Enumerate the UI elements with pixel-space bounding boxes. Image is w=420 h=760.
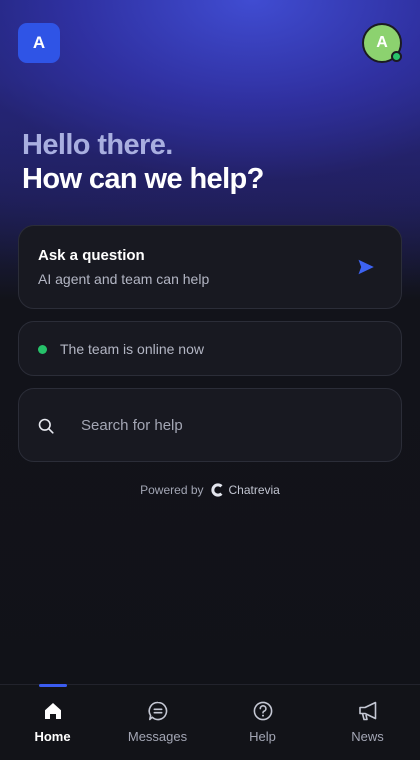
greeting-heading: Hello there. How can we help? — [22, 128, 264, 196]
workspace-logo: A — [18, 23, 60, 63]
nav-messages-label: Messages — [127, 729, 188, 744]
send-icon — [358, 259, 374, 275]
avatar-initial: A — [376, 34, 388, 51]
search-input[interactable] — [79, 409, 379, 441]
help-icon — [253, 701, 272, 721]
search-icon — [38, 418, 54, 434]
greeting-line-1: Hello there. — [22, 129, 173, 161]
powered-by-label: Powered by — [140, 483, 204, 497]
team-status-card: The team is online now — [18, 321, 402, 376]
greeting-line-2: How can we help? — [22, 163, 264, 195]
active-tab-indicator — [38, 684, 67, 687]
megaphone-icon — [358, 701, 376, 721]
bottom-navigation: Home Messages Help News — [0, 684, 420, 760]
nav-help-label: Help — [249, 729, 276, 744]
nav-messages[interactable]: Messages — [105, 685, 210, 760]
workspace-logo-letter: A — [32, 33, 46, 52]
user-avatar[interactable]: A — [362, 23, 402, 63]
nav-news-label: News — [351, 729, 384, 744]
online-indicator-dot — [38, 345, 47, 354]
search-help-card[interactable] — [18, 388, 402, 462]
ask-question-card[interactable]: Ask a question AI agent and team can hel… — [18, 225, 402, 309]
ask-question-title: Ask a question — [38, 247, 145, 264]
nav-home[interactable]: Home — [0, 684, 105, 760]
nav-home-label: Home — [34, 729, 71, 744]
nav-news[interactable]: News — [315, 685, 420, 760]
ask-question-subtitle: AI agent and team can help — [38, 271, 210, 287]
powered-by-footer: Powered by Chatrevia — [0, 482, 420, 498]
home-icon — [44, 703, 61, 719]
messenger-home-screen: A A Hello there. How can we help? Ask a … — [0, 0, 420, 760]
messages-icon — [147, 701, 167, 721]
online-status-dot — [391, 51, 402, 62]
team-status-text: The team is online now — [60, 341, 204, 357]
brand-name: Chatrevia — [228, 483, 280, 497]
nav-help[interactable]: Help — [210, 685, 315, 760]
brand-logo-icon — [210, 483, 222, 497]
